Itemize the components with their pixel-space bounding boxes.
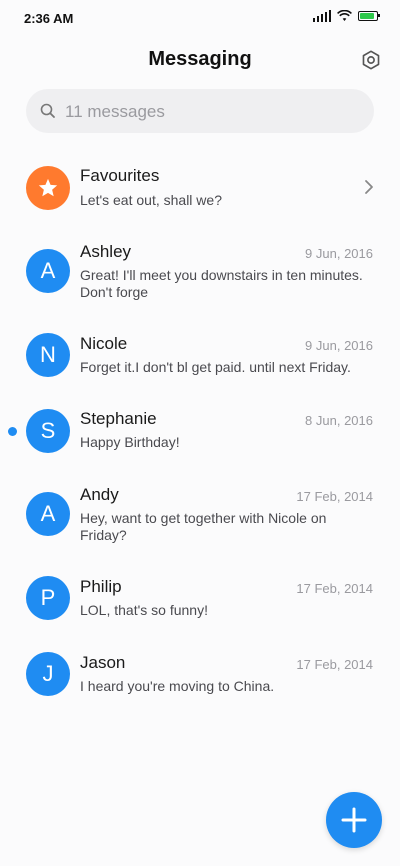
status-bar: 2:36 AM [0,0,400,36]
message-date: 9 Jun, 2016 [305,338,373,353]
signal-icon [313,10,331,22]
battery-icon [358,11,380,21]
message-preview: Forget it.I don't bl get paid. until nex… [80,359,351,375]
message-date: 9 Jun, 2016 [305,246,373,261]
message-preview: Happy Birthday! [80,434,180,450]
contact-avatar: A [26,492,70,536]
search-bar[interactable]: 11 messages [26,89,374,133]
contact-name: Stephanie [80,409,157,428]
message-preview: Hey, want to get together with Nicole on… [80,510,327,543]
status-time: 2:36 AM [24,11,74,26]
contact-name: Jason [80,653,126,672]
search-icon [40,103,55,118]
conversation-row[interactable]: A Andy 17 Feb, 2014 Hey, want to get tog… [0,484,400,544]
contact-name: Nicole [80,334,128,353]
chevron-right-icon [365,180,373,194]
conversation-row[interactable]: A Ashley 9 Jun, 2016 Great! I'll meet yo… [0,241,400,301]
favourites-row[interactable]: Favourites Let's eat out, shall we? [0,164,400,212]
contact-avatar: J [26,652,70,696]
status-icons [313,10,380,22]
message-date: 17 Feb, 2014 [296,489,373,504]
message-date: 17 Feb, 2014 [296,657,373,672]
page-title: Messaging [148,48,252,70]
search-placeholder: 11 messages [65,102,165,121]
contact-avatar: N [26,333,70,377]
contact-name: Andy [80,485,119,504]
new-message-button[interactable] [326,792,382,848]
header: Messaging [0,44,400,78]
message-preview: LOL, that's so funny! [80,602,208,618]
gear-icon[interactable] [360,49,382,71]
conversation-row[interactable]: P Philip 17 Feb, 2014 LOL, that's so fun… [0,576,400,624]
star-icon [38,178,58,197]
contact-name: Philip [80,577,122,596]
favourites-preview: Let's eat out, shall we? [80,192,222,208]
favourites-name: Favourites [80,166,160,185]
conversation-row[interactable]: S Stephanie 8 Jun, 2016 Happy Birthday! [0,408,400,456]
conversation-row[interactable]: J Jason 17 Feb, 2014 I heard you're movi… [0,652,400,700]
message-date: 8 Jun, 2016 [305,413,373,428]
message-preview: Great! I'll meet you downstairs in ten m… [80,267,363,300]
contact-avatar: A [26,249,70,293]
message-preview: I heard you're moving to China. [80,678,275,694]
message-date: 17 Feb, 2014 [296,581,373,596]
contact-avatar: S [26,409,70,453]
conversation-row[interactable]: N Nicole 9 Jun, 2016 Forget it.I don't b… [0,333,400,381]
plus-icon [341,807,367,833]
contact-avatar: P [26,576,70,620]
wifi-icon [337,10,352,21]
contact-name: Ashley [80,242,132,261]
unread-indicator [8,427,17,436]
favourites-avatar [26,166,70,210]
